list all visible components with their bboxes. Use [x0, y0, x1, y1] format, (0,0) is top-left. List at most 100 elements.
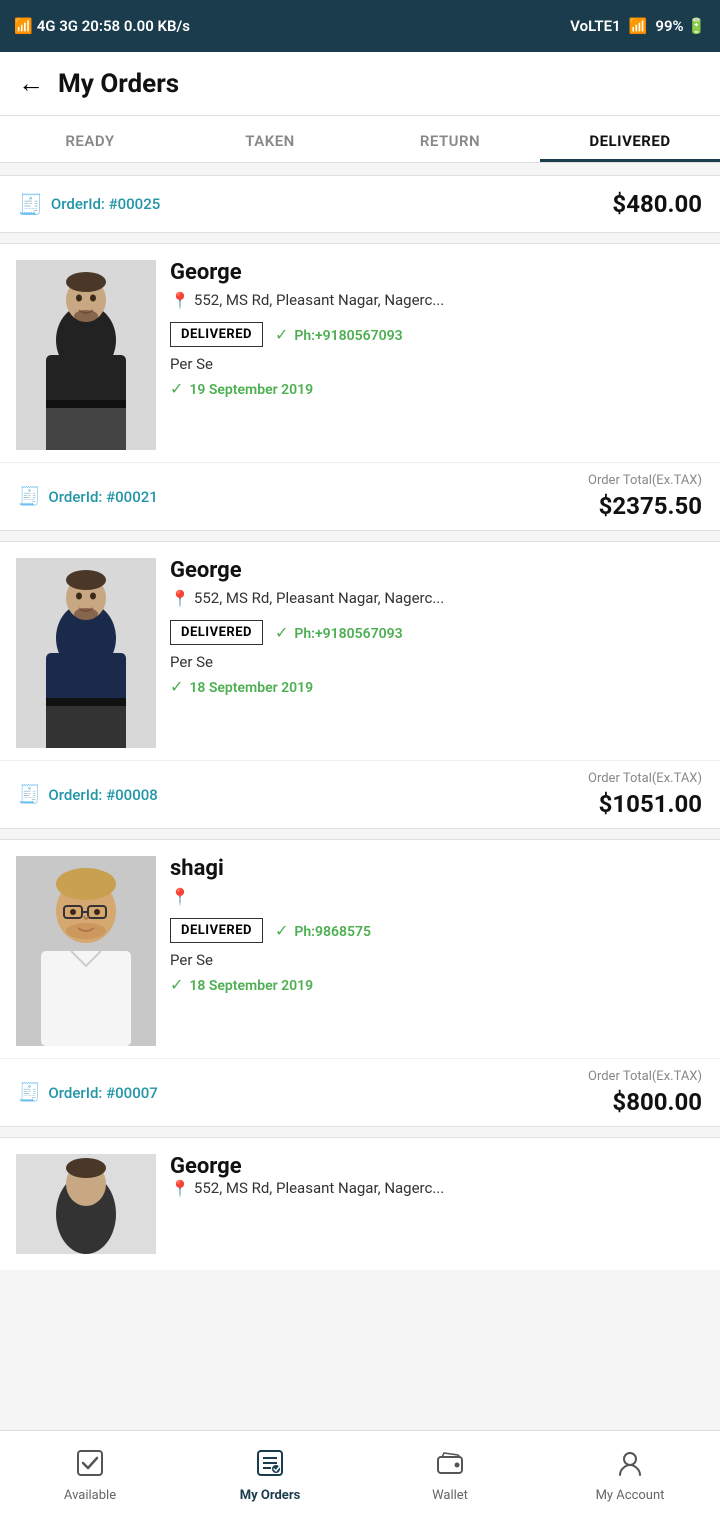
order-id-row: 🧾 OrderId: #00021 [18, 486, 158, 507]
wallet-icon [436, 1449, 464, 1484]
phone-info: ✓ Ph:9868575 [275, 921, 371, 940]
card-footer: 🧾 OrderId: #00021 Order Total(Ex.TAX) $2… [0, 462, 720, 530]
phone-info: ✓ Ph:+9180567093 [275, 623, 403, 642]
customer-name: shagi [170, 856, 704, 881]
date-row: ✓ 18 September 2019 [170, 975, 704, 994]
product-image [16, 260, 156, 450]
card-footer: 🧾 OrderId: #00008 Order Total(Ex.TAX) $1… [0, 760, 720, 828]
tab-taken[interactable]: TAKEN [180, 116, 360, 162]
customer-name-partial: George [170, 1154, 704, 1179]
nav-available[interactable]: Available [0, 1431, 180, 1520]
my-account-icon [616, 1449, 644, 1484]
nav-my-orders[interactable]: My Orders [180, 1431, 360, 1520]
total-col: Order Total(Ex.TAX) $2375.50 [588, 473, 702, 520]
date-text: 18 September 2019 [189, 680, 313, 696]
card-info: George 📍 552, MS Rd, Pleasant Nagar, Nag… [170, 260, 704, 450]
status-phone-row: DELIVERED ✓ Ph:+9180567093 [170, 620, 704, 645]
phone-row: ✓ Ph:9868575 [275, 921, 371, 940]
receipt-icon: 🧾 [18, 192, 43, 216]
order-card: shagi 📍 DELIVERED ✓ Ph:9868575 Per Se [0, 839, 720, 1127]
per-se-date: Per Se [170, 653, 704, 671]
per-se-label: Per Se [170, 653, 704, 671]
address-row-partial: 📍 552, MS Rd, Pleasant Nagar, Nagerc... [170, 1179, 704, 1198]
delivered-badge: DELIVERED [170, 918, 263, 943]
phone-row: ✓ Ph:+9180567093 [275, 623, 403, 642]
status-phone-row: DELIVERED ✓ Ph:+9180567093 [170, 322, 704, 347]
order-total-amount: $1051.00 [588, 790, 702, 818]
product-image-partial [16, 1154, 156, 1254]
available-label: Available [64, 1488, 116, 1503]
order-total-label: Order Total(Ex.TAX) [588, 771, 702, 786]
phone-text: Ph:9868575 [294, 924, 371, 940]
per-se-label: Per Se [170, 355, 704, 373]
tab-return[interactable]: RETURN [360, 116, 540, 162]
customer-name: George [170, 260, 704, 285]
address-text-partial: 552, MS Rd, Pleasant Nagar, Nagerc... [194, 1179, 444, 1197]
network-icon: VoLTE1 [570, 17, 621, 35]
page-title: My Orders [58, 69, 179, 99]
address-row: 📍 552, MS Rd, Pleasant Nagar, Nagerc... [170, 291, 704, 310]
available-icon [76, 1449, 104, 1484]
date-text: 19 September 2019 [189, 382, 313, 398]
card-info: shagi 📍 DELIVERED ✓ Ph:9868575 Per Se [170, 856, 704, 1046]
location-icon: 📍 [170, 589, 190, 608]
per-se-date: Per Se [170, 355, 704, 373]
customer-name: George [170, 558, 704, 583]
back-button[interactable]: ← [18, 68, 44, 99]
receipt-icon: 🧾 [18, 486, 40, 507]
total-col: Order Total(Ex.TAX) $800.00 [588, 1069, 702, 1116]
battery-level: 99% 🔋 [655, 17, 706, 35]
my-orders-icon [256, 1449, 284, 1484]
my-account-label: My Account [596, 1488, 665, 1503]
address-text: 552, MS Rd, Pleasant Nagar, Nagerc... [194, 291, 444, 309]
order-total-amount: $2375.50 [588, 492, 702, 520]
nav-my-account[interactable]: My Account [540, 1431, 720, 1520]
location-icon: 📍 [170, 887, 190, 906]
order-id-row: 🧾 OrderId: #00025 [18, 192, 160, 216]
order-id[interactable]: OrderId: #00008 [48, 786, 157, 804]
address-row: 📍 552, MS Rd, Pleasant Nagar, Nagerc... [170, 589, 704, 608]
product-image [16, 558, 156, 748]
status-left: 📶 4G 3G 20:58 0.00 KB/s [14, 17, 190, 35]
date-row: ✓ 18 September 2019 [170, 677, 704, 696]
order-id[interactable]: OrderId: #00021 [48, 488, 157, 506]
signal-icon: 📶 [14, 17, 33, 35]
per-se-label: Per Se [170, 951, 704, 969]
partial-info: George 📍 552, MS Rd, Pleasant Nagar, Nag… [170, 1154, 704, 1254]
location-icon: 📍 [170, 291, 190, 310]
order-card-partial: George 📍 552, MS Rd, Pleasant Nagar, Nag… [0, 1137, 720, 1270]
status-phone-row: DELIVERED ✓ Ph:9868575 [170, 918, 704, 943]
order-total-label: Order Total(Ex.TAX) [588, 473, 702, 488]
wallet-label: Wallet [432, 1488, 468, 1503]
order-id-top[interactable]: OrderId: #00025 [51, 195, 160, 213]
total-col: Order Total(Ex.TAX) $1051.00 [588, 771, 702, 818]
date-row: ✓ 19 September 2019 [170, 379, 704, 398]
order-id-row: 🧾 OrderId: #00007 [18, 1082, 158, 1103]
receipt-icon: 🧾 [18, 784, 40, 805]
order-total-top: $480.00 [612, 190, 702, 218]
status-right: VoLTE1 📶 99% 🔋 [570, 17, 706, 35]
phone-text: Ph:+9180567093 [294, 626, 402, 642]
order-total-amount: $800.00 [588, 1088, 702, 1116]
address-text: 552, MS Rd, Pleasant Nagar, Nagerc... [194, 589, 444, 607]
order-id[interactable]: OrderId: #00007 [48, 1084, 157, 1102]
delivered-badge: DELIVERED [170, 322, 263, 347]
order-card: George 📍 552, MS Rd, Pleasant Nagar, Nag… [0, 541, 720, 829]
order-id-row: 🧾 OrderId: #00008 [18, 784, 158, 805]
card-info: George 📍 552, MS Rd, Pleasant Nagar, Nag… [170, 558, 704, 748]
address-row: 📍 [170, 887, 704, 906]
wifi-icon: 📶 [629, 17, 648, 35]
bottom-nav: Available My Orders Wallet [0, 1430, 720, 1520]
tab-delivered[interactable]: DELIVERED [540, 116, 720, 162]
tab-ready[interactable]: READY [0, 116, 180, 162]
date-text: 18 September 2019 [189, 978, 313, 994]
nav-wallet[interactable]: Wallet [360, 1431, 540, 1520]
phone-row: ✓ Ph:+9180567093 [275, 325, 403, 344]
card-footer: 🧾 OrderId: #00007 Order Total(Ex.TAX) $8… [0, 1058, 720, 1126]
my-orders-label: My Orders [240, 1488, 301, 1503]
product-image [16, 856, 156, 1046]
order-card-top: 🧾 OrderId: #00025 $480.00 [0, 175, 720, 233]
receipt-icon: 🧾 [18, 1082, 40, 1103]
location-icon: 📍 [170, 1179, 190, 1198]
status-time: 4G 3G 20:58 0.00 KB/s [37, 17, 190, 35]
